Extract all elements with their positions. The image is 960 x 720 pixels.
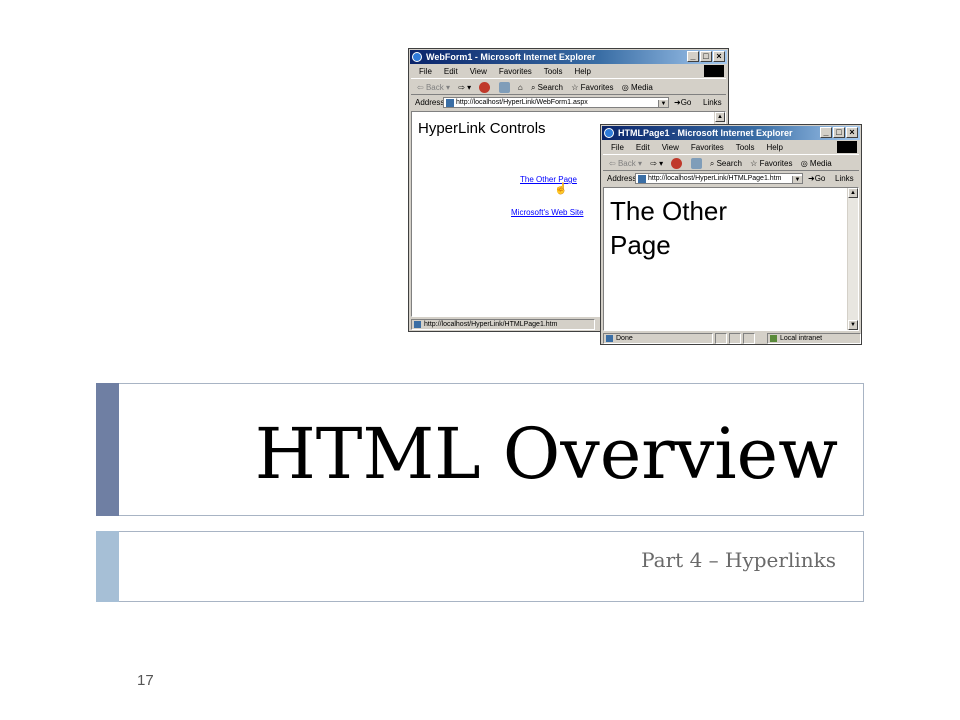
address-label: Address	[607, 174, 637, 183]
media-button[interactable]: ◎ Media	[801, 159, 832, 168]
scroll-up-arrow[interactable]: ▲	[848, 188, 858, 198]
zone-text: Local intranet	[780, 335, 823, 342]
page-icon	[446, 99, 454, 107]
zone-cell: Local intranet	[767, 333, 861, 344]
slide-subtitle: Part 4 – Hyperlinks	[641, 548, 836, 572]
maximize-button[interactable]: □	[700, 51, 712, 62]
menu-favorites[interactable]: Favorites	[499, 67, 532, 76]
address-input[interactable]: http://localhost/HyperLink/WebForm1.aspx…	[443, 97, 669, 108]
menu-view[interactable]: View	[662, 143, 679, 152]
status-text: http://localhost/HyperLink/HTMLPage1.htm	[424, 321, 558, 328]
address-value: http://localhost/HyperLink/WebForm1.aspx	[456, 99, 588, 106]
address-input[interactable]: http://localhost/HyperLink/HTMLPage1.htm…	[635, 173, 803, 184]
status-bar: Done Local intranet	[603, 332, 861, 345]
windows-logo-icon	[704, 65, 724, 77]
back-button[interactable]: ⇦ Back ▾	[417, 83, 450, 92]
link-microsoft[interactable]: Microsoft's Web Site	[511, 208, 584, 217]
ie-window-htmlpage1: HTMLPage1 - Microsoft Internet Explorer …	[600, 124, 862, 345]
menu-bar: File Edit View Favorites Tools Help	[603, 141, 859, 154]
scroll-down-arrow[interactable]: ▼	[848, 320, 858, 330]
menu-view[interactable]: View	[470, 67, 487, 76]
minimize-button[interactable]: _	[687, 51, 699, 62]
window-titlebar[interactable]: WebForm1 - Microsoft Internet Explorer _…	[410, 50, 727, 64]
page-icon	[638, 175, 646, 183]
subtitle-accent-bar	[96, 531, 119, 602]
toolbar: ⇦ Back ▾ ⇨ ▾ ⌕ Search ☆ Favorites ◎ Medi…	[603, 154, 859, 171]
address-bar: Address http://localhost/HyperLink/WebFo…	[411, 95, 726, 110]
page-icon	[606, 335, 613, 342]
windows-logo-icon	[837, 141, 857, 153]
scroll-up-arrow[interactable]: ▲	[715, 112, 725, 122]
address-dropdown-button[interactable]: ▼	[792, 176, 802, 183]
close-button[interactable]: ×	[713, 51, 725, 62]
link-other-page[interactable]: The Other Page	[520, 175, 577, 184]
status-cell	[715, 333, 727, 344]
window-title: WebForm1 - Microsoft Internet Explorer	[426, 52, 596, 62]
cursor-hand-icon: ☝	[554, 183, 568, 195]
toolbar: ⇦ Back ▾ ⇨ ▾ ⌂ ⌕ Search ☆ Favorites ◎ Me…	[411, 78, 726, 95]
status-cell	[729, 333, 741, 344]
refresh-icon[interactable]	[498, 82, 510, 94]
favorites-button[interactable]: ☆ Favorites	[750, 159, 792, 168]
page-heading-line1: The Other	[610, 196, 728, 226]
forward-button[interactable]: ⇨ ▾	[458, 83, 471, 92]
menu-help[interactable]: Help	[766, 143, 782, 152]
links-button[interactable]: Links	[703, 95, 722, 110]
page-content: The Other Page ▲ ▼	[603, 187, 859, 331]
menu-tools[interactable]: Tools	[736, 143, 755, 152]
status-cell	[743, 333, 755, 344]
media-button[interactable]: ◎ Media	[622, 83, 653, 92]
stop-icon[interactable]	[671, 158, 683, 170]
menu-help[interactable]: Help	[574, 67, 590, 76]
address-bar: Address http://localhost/HyperLink/HTMLP…	[603, 171, 859, 186]
search-button[interactable]: ⌕ Search	[710, 159, 742, 168]
menu-bar: File Edit View Favorites Tools Help	[411, 65, 726, 78]
menu-file[interactable]: File	[419, 67, 432, 76]
forward-button[interactable]: ⇨ ▾	[650, 159, 663, 168]
window-title: HTMLPage1 - Microsoft Internet Explorer	[618, 128, 793, 138]
maximize-button[interactable]: □	[833, 127, 845, 138]
address-value: http://localhost/HyperLink/HTMLPage1.htm	[648, 175, 782, 182]
back-button[interactable]: ⇦ Back ▾	[609, 159, 642, 168]
menu-favorites[interactable]: Favorites	[691, 143, 724, 152]
title-accent-bar	[96, 383, 119, 516]
go-button[interactable]: ➜Go	[808, 171, 825, 186]
menu-edit[interactable]: Edit	[636, 143, 650, 152]
links-button[interactable]: Links	[835, 171, 854, 186]
vertical-scrollbar[interactable]: ▲ ▼	[847, 188, 858, 330]
close-button[interactable]: ×	[846, 127, 858, 138]
go-button[interactable]: ➜Go	[674, 95, 691, 110]
minimize-button[interactable]: _	[820, 127, 832, 138]
status-text-cell: Done	[603, 333, 713, 344]
window-titlebar[interactable]: HTMLPage1 - Microsoft Internet Explorer …	[602, 126, 860, 140]
page-heading: HyperLink Controls	[418, 120, 546, 137]
address-dropdown-button[interactable]: ▼	[658, 100, 668, 107]
menu-tools[interactable]: Tools	[544, 67, 563, 76]
page-number: 17	[137, 672, 154, 689]
stop-icon[interactable]	[479, 82, 491, 94]
search-button[interactable]: ⌕ Search	[531, 83, 563, 92]
page-heading-line2: Page	[610, 230, 671, 260]
menu-edit[interactable]: Edit	[444, 67, 458, 76]
ie-logo-icon	[412, 52, 422, 62]
intranet-icon	[770, 335, 777, 342]
status-text: Done	[616, 335, 633, 342]
slide-title: HTML Overview	[254, 413, 838, 495]
ie-logo-icon	[604, 128, 614, 138]
favorites-button[interactable]: ☆ Favorites	[571, 83, 613, 92]
address-label: Address	[415, 98, 445, 107]
home-icon[interactable]: ⌂	[518, 83, 523, 92]
page-icon	[414, 321, 421, 328]
menu-file[interactable]: File	[611, 143, 624, 152]
refresh-icon[interactable]	[690, 158, 702, 170]
page-heading: The Other Page	[610, 194, 727, 262]
status-text-cell: http://localhost/HyperLink/HTMLPage1.htm	[411, 319, 595, 330]
